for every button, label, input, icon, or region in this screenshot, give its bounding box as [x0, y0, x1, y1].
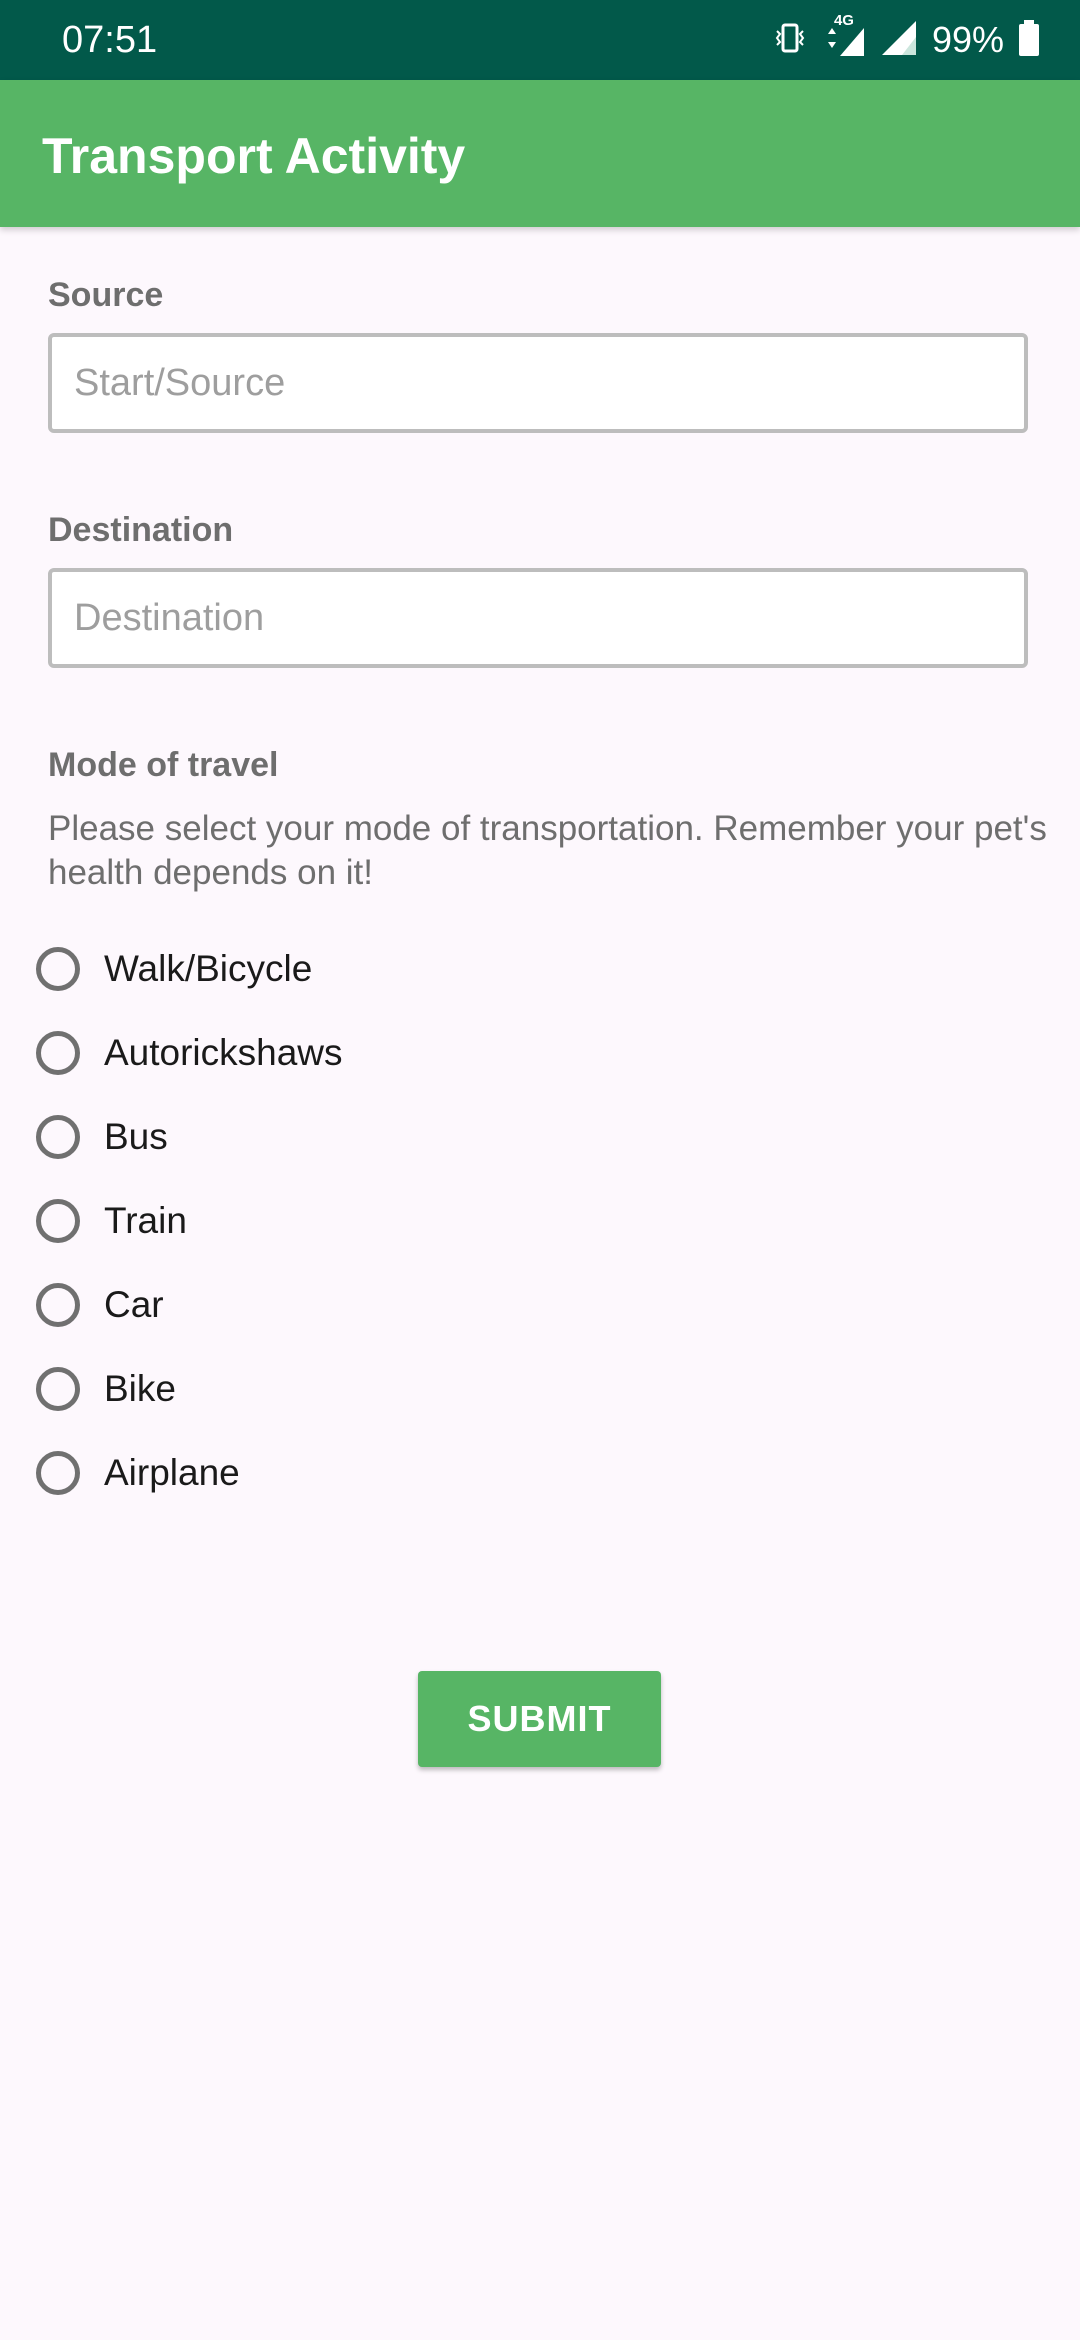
status-time: 07:51: [62, 19, 158, 61]
battery-percent: 99%: [931, 19, 1004, 60]
source-input[interactable]: [48, 333, 1028, 433]
mode-of-travel-label: Mode of travel: [48, 746, 279, 784]
destination-input[interactable]: [48, 568, 1028, 668]
radio-button-icon[interactable]: [36, 1115, 80, 1159]
radio-label: Car: [104, 1284, 164, 1325]
status-icons: 4G 99%: [758, 12, 1040, 63]
radio-label: Bike: [104, 1368, 176, 1409]
radio-label: Bus: [104, 1116, 168, 1157]
submit-button[interactable]: SUBMIT: [418, 1671, 661, 1767]
vibrate-icon: [772, 20, 808, 61]
radio-option-autorickshaws[interactable]: Autorickshaws: [36, 1011, 343, 1095]
radio-label: Walk/Bicycle: [104, 948, 313, 989]
radio-button-icon[interactable]: [36, 1031, 80, 1075]
radio-option-train[interactable]: Train: [36, 1179, 343, 1263]
radio-option-bus[interactable]: Bus: [36, 1095, 343, 1179]
radio-button-icon[interactable]: [36, 947, 80, 991]
radio-label: Train: [104, 1200, 187, 1241]
radio-option-airplane[interactable]: Airplane: [36, 1431, 343, 1515]
mode-description: Please select your mode of transportatio…: [48, 809, 1047, 892]
page-title: Transport Activity: [42, 128, 466, 184]
radio-option-bike[interactable]: Bike: [36, 1347, 343, 1431]
signal-icon: [880, 19, 918, 62]
radio-label: Airplane: [104, 1452, 240, 1493]
data-arrows-icon: 4G: [822, 12, 866, 63]
network-type-badge: 4G: [833, 11, 854, 29]
mode-radio-group: Walk/Bicycle Autorickshaws Bus Train Car…: [36, 927, 343, 1515]
battery-icon: [1018, 19, 1040, 62]
status-bar: 07:51 4G 99%: [0, 0, 1080, 80]
radio-button-icon[interactable]: [36, 1451, 80, 1495]
radio-button-icon[interactable]: [36, 1199, 80, 1243]
app-bar: Transport Activity: [0, 80, 1080, 227]
source-label: Source: [48, 276, 164, 314]
radio-button-icon[interactable]: [36, 1283, 80, 1327]
radio-button-icon[interactable]: [36, 1367, 80, 1411]
radio-label: Autorickshaws: [104, 1032, 343, 1073]
radio-option-walk-bicycle[interactable]: Walk/Bicycle: [36, 927, 343, 1011]
destination-label: Destination: [48, 511, 234, 549]
radio-option-car[interactable]: Car: [36, 1263, 343, 1347]
